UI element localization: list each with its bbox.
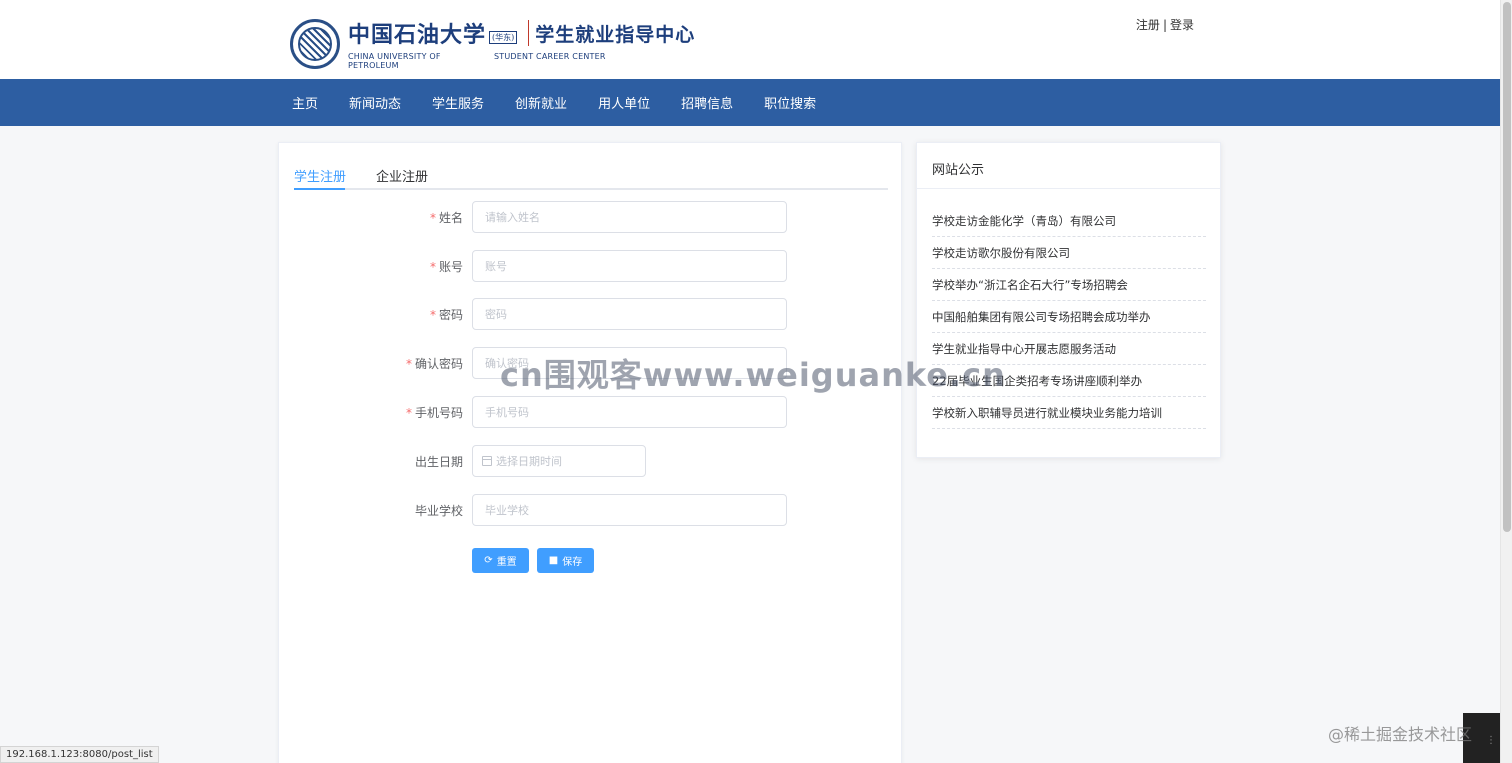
center-name-cn: 学生就业指导中心 [535, 23, 696, 46]
tab-student-register[interactable]: 学生注册 [294, 166, 346, 185]
account-label-text: 账号 [438, 260, 463, 274]
nav-item-recruitment[interactable]: 招聘信息 [681, 93, 733, 112]
university-seal-icon [290, 18, 340, 69]
nav-item-home[interactable]: 主页 [292, 93, 318, 112]
save-button-label: 保存 [562, 557, 583, 568]
nav-item-news[interactable]: 新闻动态 [349, 93, 401, 112]
school-input[interactable] [472, 494, 787, 526]
auth-links: 注册 | 登录 [1136, 16, 1194, 33]
tab-company-register[interactable]: 企业注册 [376, 166, 428, 185]
name-label-text: 姓名 [438, 211, 463, 225]
registration-tabs: 学生注册 企业注册 [294, 165, 888, 190]
campus-tag: (华东) [489, 30, 518, 44]
password-label-text: 密码 [438, 308, 463, 322]
reset-button[interactable]: ⟳ 重置 [472, 548, 529, 573]
name-input[interactable] [472, 201, 787, 233]
university-name-en: CHINA UNIVERSITY OF PETROLEUM [348, 52, 441, 70]
nav-item-job-search[interactable]: 职位搜索 [764, 93, 816, 112]
credit-watermark: @稀土掘金技术社区 [1328, 725, 1473, 744]
nav-item-innovation[interactable]: 创新就业 [515, 93, 567, 112]
form-row-account: * 账号 [279, 250, 903, 282]
browser-status-url: 192.168.1.123:8080/post_list [0, 746, 159, 763]
phone-label-text: 手机号码 [414, 406, 463, 420]
required-mark: * [405, 406, 412, 420]
form-row-birthdate: 出生日期 [279, 445, 903, 477]
form-row-name: * 姓名 [279, 201, 903, 233]
phone-label: * 手机号码 [406, 404, 463, 421]
scrollbar-thumb[interactable] [1503, 2, 1511, 532]
form-row-school: 毕业学校 [279, 494, 903, 526]
notice-item[interactable]: 学校走访金能化学（青岛）有限公司 [932, 205, 1206, 237]
required-mark: * [405, 357, 412, 371]
account-label: * 账号 [430, 258, 463, 275]
confirm-password-label-text: 确认密码 [414, 357, 463, 371]
required-mark: * [429, 260, 436, 274]
page-scrollbar[interactable] [1500, 0, 1512, 763]
form-row-phone: * 手机号码 [279, 396, 903, 428]
university-name-cn: 中国石油大学 [348, 22, 487, 48]
notice-item[interactable]: 中国船舶集团有限公司专场招聘会成功举办 [932, 301, 1206, 333]
notice-item[interactable]: 学校新入职辅导员进行就业模块业务能力培训 [932, 397, 1206, 429]
nav-item-employers[interactable]: 用人单位 [598, 93, 650, 112]
required-mark: * [429, 308, 436, 322]
account-input[interactable] [472, 250, 787, 282]
password-label: * 密码 [430, 306, 463, 323]
school-label: 毕业学校 [415, 502, 463, 519]
name-label: * 姓名 [430, 209, 463, 226]
notice-panel: 网站公示 学校走访金能化学（青岛）有限公司 学校走访歌尔股份有限公司 学校举办“… [916, 142, 1221, 458]
birthdate-label: 出生日期 [415, 453, 463, 470]
brand-text: 中国石油大学 (华东) 学生就业指导中心 CHINA UNIVERSITY OF… [348, 17, 695, 70]
password-input[interactable] [472, 298, 787, 330]
active-tab-indicator [294, 188, 345, 190]
register-link[interactable]: 注册 [1136, 18, 1160, 32]
notice-item[interactable]: 学校举办“浙江名企石大行”专场招聘会 [932, 269, 1206, 301]
registration-card: 学生注册 企业注册 *姓名 *账号 *密码 *确认密码 *手机号码 出生日期 毕… [278, 142, 902, 763]
brand-divider [528, 20, 530, 46]
school-label-text: 毕业学校 [414, 504, 463, 518]
save-button[interactable]: ■ 保存 [537, 548, 594, 573]
site-header: 中国石油大学 (华东) 学生就业指导中心 CHINA UNIVERSITY OF… [0, 0, 1500, 79]
notice-panel-title: 网站公示 [917, 143, 1220, 189]
center-name-en: STUDENT CAREER CENTER [494, 52, 606, 61]
auth-separator: | [1162, 18, 1167, 32]
save-icon: ■ [548, 555, 559, 566]
calendar-icon [482, 456, 492, 466]
watermark-text: cn围观客www.weiguanke.cn [500, 356, 1006, 394]
site-logo[interactable]: 中国石油大学 (华东) 学生就业指导中心 CHINA UNIVERSITY OF… [290, 17, 695, 70]
main-nav: 主页 新闻动态 学生服务 创新就业 用人单位 招聘信息 职位搜索 [0, 79, 1500, 126]
more-icon: ⋮ [1486, 735, 1496, 746]
phone-input[interactable] [472, 396, 787, 428]
nav-item-student-services[interactable]: 学生服务 [432, 93, 484, 112]
login-link[interactable]: 登录 [1170, 18, 1194, 32]
reset-button-label: 重置 [496, 557, 517, 568]
refresh-icon: ⟳ [484, 555, 493, 566]
birthdate-label-text: 出生日期 [414, 455, 463, 469]
notice-item[interactable]: 学校走访歌尔股份有限公司 [932, 237, 1206, 269]
birthdate-input[interactable] [496, 446, 644, 476]
birthdate-picker[interactable] [472, 445, 646, 477]
required-mark: * [429, 211, 436, 225]
form-row-password: * 密码 [279, 298, 903, 330]
confirm-password-label: * 确认密码 [406, 355, 463, 372]
